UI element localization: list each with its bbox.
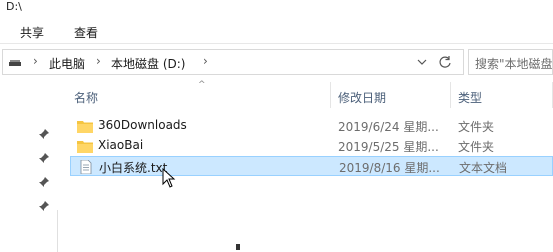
pin-icon[interactable] xyxy=(38,152,50,164)
breadcrumb-this-pc[interactable]: 此电脑 xyxy=(49,55,85,72)
breadcrumb-separator[interactable]: › xyxy=(33,54,38,68)
sort-indicator-icon: ^ xyxy=(198,80,206,90)
navigation-pane xyxy=(0,80,58,252)
column-divider[interactable] xyxy=(330,82,331,108)
address-bar[interactable]: › 此电脑 › 本地磁盘 (D:) › xyxy=(2,49,464,75)
column-header-type[interactable]: 类型 xyxy=(458,89,482,106)
file-date: 2019/8/16 星期... xyxy=(339,161,440,175)
text-cursor-marker xyxy=(236,244,240,250)
file-type: 文本文档 xyxy=(459,161,508,175)
pin-icon[interactable] xyxy=(38,176,50,188)
file-name: 小白系统.txt xyxy=(99,161,168,175)
ribbon-tabs: 共享 查看 xyxy=(0,20,553,42)
column-divider[interactable] xyxy=(450,82,451,108)
text-file-icon xyxy=(80,160,92,174)
column-headers: ^ 名称 修改日期 类型 xyxy=(58,80,553,110)
breadcrumb-separator[interactable]: › xyxy=(96,54,101,68)
folder-icon xyxy=(77,141,93,153)
column-header-date[interactable]: 修改日期 xyxy=(338,89,386,106)
file-date: 2019/5/25 星期... xyxy=(338,140,439,154)
file-name: 360Downloads xyxy=(98,118,187,132)
pin-icon[interactable] xyxy=(38,200,50,212)
chevron-down-icon[interactable] xyxy=(415,55,429,69)
title-bar: D:\ xyxy=(0,0,553,18)
breadcrumb-local-disk[interactable]: 本地磁盘 (D:) xyxy=(111,55,185,72)
tab-share[interactable]: 共享 xyxy=(20,24,44,41)
address-bar-row: › 此电脑 › 本地磁盘 (D:) › 搜索"本地磁盘 xyxy=(0,47,553,77)
column-header-name[interactable]: 名称 xyxy=(74,89,98,106)
tab-view[interactable]: 查看 xyxy=(74,24,98,41)
window-title: D:\ xyxy=(6,0,22,13)
file-list: ^ 名称 修改日期 类型 360Downloads 2019/6/24 星期..… xyxy=(58,80,553,252)
breadcrumb-separator[interactable]: › xyxy=(203,54,208,68)
file-row[interactable]: 360Downloads 2019/6/24 星期... 文件夹 xyxy=(70,116,553,136)
pin-icon[interactable] xyxy=(38,128,50,140)
file-date: 2019/6/24 星期... xyxy=(338,120,439,134)
ribbon-divider xyxy=(0,43,553,44)
search-input[interactable]: 搜索"本地磁盘 xyxy=(468,49,553,75)
drive-icon xyxy=(9,60,21,66)
file-row[interactable]: XiaoBai 2019/5/25 星期... 文件夹 xyxy=(70,136,553,156)
file-row-selected[interactable]: 小白系统.txt 2019/8/16 星期... 文本文档 xyxy=(70,156,553,176)
search-placeholder: 搜索"本地磁盘 xyxy=(475,57,553,71)
file-type: 文件夹 xyxy=(458,120,495,134)
folder-icon xyxy=(77,121,93,133)
refresh-icon[interactable] xyxy=(437,54,453,70)
file-name: XiaoBai xyxy=(98,138,144,152)
mouse-cursor-icon xyxy=(162,168,176,188)
file-type: 文件夹 xyxy=(458,140,495,154)
